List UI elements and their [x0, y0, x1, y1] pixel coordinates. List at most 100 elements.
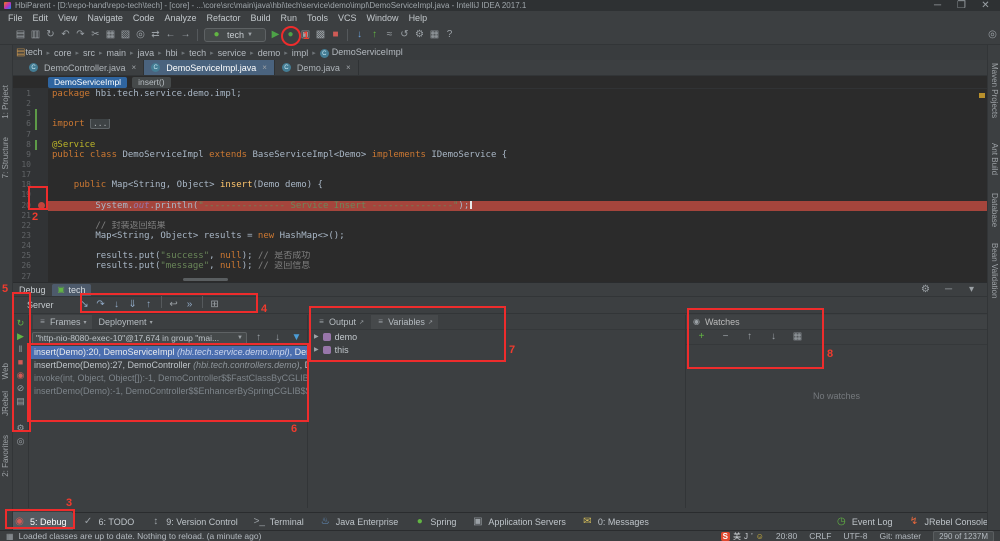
folded-region[interactable]: ... [90, 119, 110, 129]
add-watch-icon[interactable]: + [694, 328, 709, 346]
code-text[interactable]: results.put("success", null); // 是否成功 [48, 251, 987, 261]
rerun-icon[interactable]: ↻ [13, 318, 29, 328]
prev-frame-icon[interactable]: ↑ [251, 329, 266, 347]
gutter-cell[interactable] [35, 190, 48, 200]
code-text[interactable]: Map<String, Object> results = new HashMa… [48, 231, 987, 241]
gutter-cell[interactable] [35, 160, 48, 170]
tool-window-button-java-enterprise[interactable]: ♨Java Enterprise [312, 512, 405, 532]
synchronize-icon[interactable]: ↻ [43, 26, 58, 44]
redo-icon[interactable]: ↷ [73, 26, 88, 44]
save-all-icon[interactable]: ▥ [28, 26, 43, 44]
tab-frames[interactable]: ≡ Frames ▾ [33, 315, 92, 329]
gutter-cell[interactable] [35, 119, 48, 129]
stop-icon[interactable]: ■ [328, 26, 343, 44]
code-text[interactable]: results.put("message", null); // 返回信息 [48, 261, 987, 271]
settings-icon[interactable]: ⚙ [13, 423, 29, 433]
code-text[interactable]: // 封装返回结果 [48, 221, 987, 231]
menu-build[interactable]: Build [245, 13, 275, 23]
line-number[interactable]: 26 [13, 261, 35, 271]
gutter-cell[interactable] [35, 89, 48, 99]
back-icon[interactable]: ← [163, 26, 178, 44]
run-icon[interactable]: ▶ [268, 26, 283, 44]
line-number[interactable]: 2 [13, 99, 35, 109]
error-stripe-mark[interactable] [979, 93, 985, 98]
hide-icon[interactable]: ─ [941, 281, 956, 299]
menu-run[interactable]: Run [276, 13, 303, 23]
step-into-icon[interactable]: ↓ [109, 296, 125, 314]
menu-help[interactable]: Help [404, 13, 433, 23]
step-over-icon[interactable]: ↷ [93, 296, 109, 314]
menu-window[interactable]: Window [362, 13, 404, 23]
update-project-icon[interactable]: ↓ [352, 26, 367, 44]
gutter-cell[interactable] [35, 130, 48, 140]
memory-indicator[interactable]: 290 of 1237M [933, 531, 994, 541]
cut-icon[interactable]: ✂ [88, 26, 103, 44]
show-execution-point-icon[interactable]: ↘ [77, 296, 93, 314]
variable-row[interactable]: ▶this [308, 343, 685, 356]
menu-file[interactable]: File [3, 13, 28, 23]
tool-window-button-9-version-control[interactable]: ↕9: Version Control [142, 512, 244, 532]
line-number[interactable]: 9 [13, 150, 35, 160]
tool-window-button-jrebel-console[interactable]: ↯JRebel Console [900, 512, 994, 532]
breadcrumb-item[interactable]: core [54, 48, 72, 58]
code-text[interactable] [48, 130, 987, 140]
tool-window-button-terminal[interactable]: >_Terminal [246, 512, 310, 532]
gutter-cell[interactable] [35, 251, 48, 261]
line-number[interactable]: 17 [13, 170, 35, 180]
ime-indicator[interactable]: S [721, 532, 730, 541]
stripe-button-bean-validation[interactable]: Bean Validation [990, 243, 999, 298]
code-text[interactable] [48, 109, 987, 119]
gutter-cell[interactable] [35, 261, 48, 271]
line-number[interactable]: 27 [13, 272, 35, 282]
drop-frame-icon[interactable]: ↩ [166, 296, 182, 314]
breadcrumb-item[interactable]: impl [292, 48, 309, 58]
breadcrumb-item[interactable]: hbi [166, 48, 178, 58]
breadcrumb-chip[interactable]: insert() [132, 77, 170, 88]
stripe-button-2-favorites[interactable]: 2: Favorites [1, 435, 10, 477]
gutter-cell[interactable] [35, 99, 48, 109]
tool-window-button-application-servers[interactable]: ▣Application Servers [464, 512, 572, 532]
code-text[interactable]: public Map<String, Object> insert(Demo d… [48, 180, 987, 190]
editor-tab[interactable]: CDemoServiceImpl.java× [144, 60, 275, 75]
gutter-cell[interactable] [35, 170, 48, 180]
pin-icon[interactable]: ◎ [13, 436, 29, 446]
line-number[interactable]: 7 [13, 130, 35, 140]
tool-window-button-6-todo[interactable]: ✓6: TODO [75, 512, 141, 532]
history-icon[interactable]: ↺ [397, 26, 412, 44]
tab-output[interactable]: ≡ Output ↗ [312, 315, 369, 329]
maximize-icon[interactable]: ❐ [954, 0, 969, 15]
menu-code[interactable]: Code [128, 13, 160, 23]
next-frame-icon[interactable]: ↓ [270, 329, 285, 347]
line-number[interactable]: 3 [13, 109, 35, 119]
gutter-cell[interactable] [35, 231, 48, 241]
collapse-icon[interactable]: ▾ [964, 281, 979, 299]
menu-vcs[interactable]: VCS [333, 13, 362, 23]
breadcrumb-item[interactable]: tech [189, 48, 206, 58]
gutter-cell[interactable] [35, 211, 48, 221]
ime-indicator[interactable]: ☺ [756, 532, 764, 541]
code-text[interactable] [48, 99, 987, 109]
line-number[interactable]: 24 [13, 241, 35, 251]
pause-icon[interactable]: ‖ [13, 344, 29, 354]
gutter-cell[interactable] [35, 140, 48, 150]
profiler-icon[interactable]: ▩ [313, 26, 328, 44]
stack-frame-row[interactable]: insert(Demo):20, DemoServiceImpl (hbi.te… [29, 346, 307, 359]
gutter-cell[interactable] [35, 109, 48, 119]
line-number[interactable]: 23 [13, 231, 35, 241]
debug-icon[interactable]: ● [283, 26, 298, 44]
stripe-button-ant-build[interactable]: Ant Build [990, 143, 999, 175]
stripe-button-database[interactable]: Database [990, 193, 999, 227]
breakpoint-icon[interactable] [38, 202, 45, 209]
gutter-cell[interactable] [35, 180, 48, 190]
breadcrumb-item[interactable]: src [83, 48, 95, 58]
compare-icon[interactable]: ≈ [382, 26, 397, 44]
stack-frame-row[interactable]: invoke(int, Object, Object[]):-1, DemoCo… [29, 372, 307, 385]
gutter-cell[interactable] [35, 241, 48, 251]
thread-dropdown[interactable]: "http-nio-8080-exec-10"@17,674 in group … [32, 332, 247, 345]
code-text[interactable]: import ... [48, 119, 987, 129]
code-text[interactable]: @Service [48, 140, 987, 150]
ime-indicator[interactable]: 美 [733, 531, 741, 541]
code-text[interactable] [48, 160, 987, 170]
paste-icon[interactable]: ▧ [118, 26, 133, 44]
tab-server[interactable]: Server [18, 300, 63, 310]
